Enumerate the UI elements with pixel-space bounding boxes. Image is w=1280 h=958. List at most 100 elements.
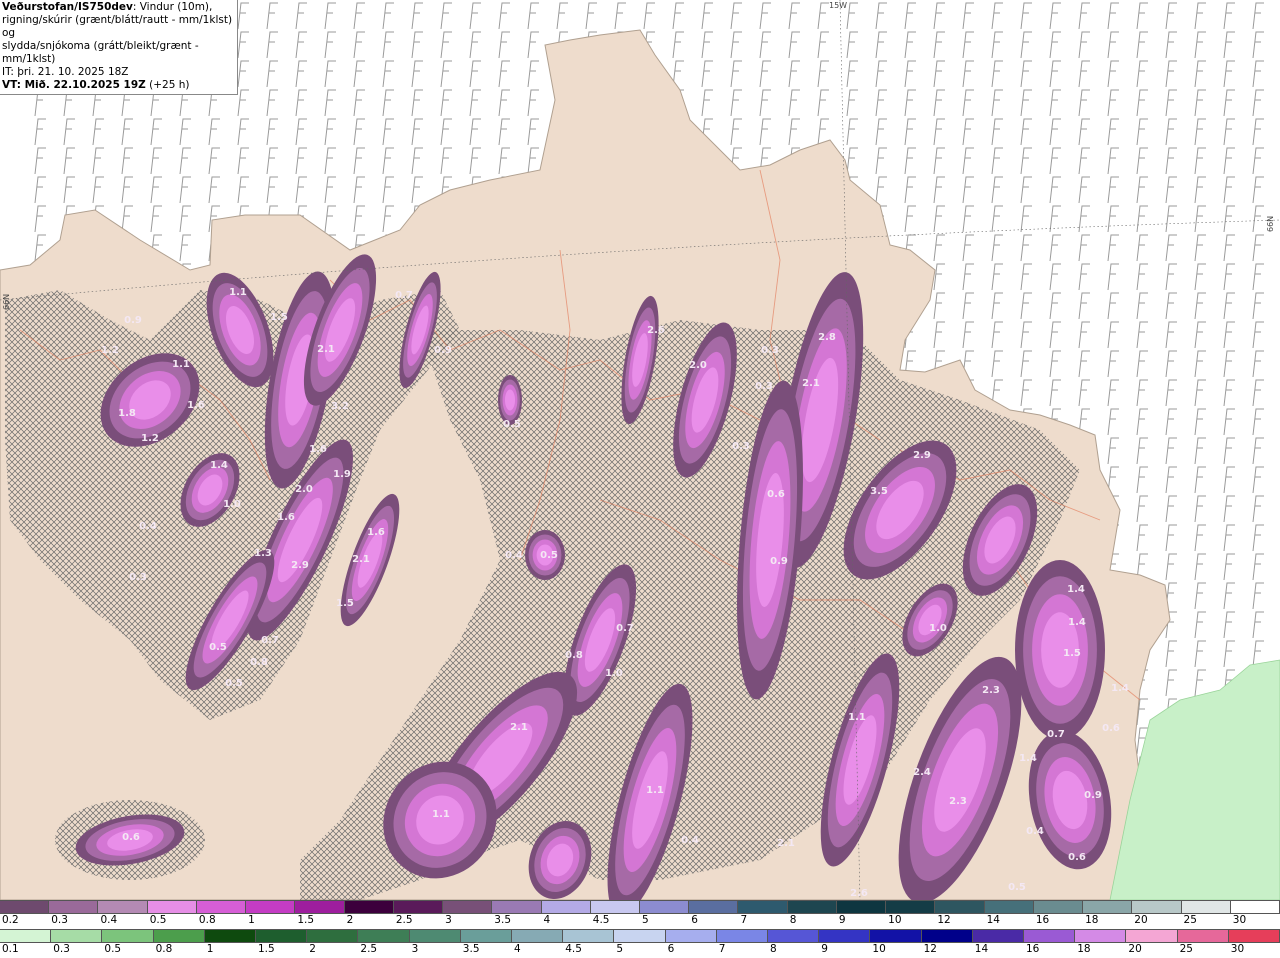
snow-scale-label: 3 [445, 914, 452, 926]
chart-info-box: Veðurstofan/IS750dev: Vindur (10m), rign… [0, 0, 238, 95]
snow-scale-swatch [295, 900, 345, 914]
snow-scale-swatch [640, 900, 690, 914]
precip-value-label: 1.4 [1068, 617, 1086, 628]
precip-value-label: 1.6 [187, 400, 205, 411]
precip-value-label: 2.1 [510, 722, 528, 733]
precip-value-label: 2.3 [982, 685, 1000, 696]
precip-value-label: 0.3 [761, 345, 779, 356]
rain-scale-swatch [0, 929, 52, 943]
rain-scale-swatch [256, 929, 308, 943]
precip-value-label: 0.3 [129, 572, 147, 583]
precip-value-label: 2.8 [818, 332, 836, 343]
rain-scale-swatch [51, 929, 103, 943]
valid-time: VT: Mið. 22.10.2025 19Z [2, 79, 146, 91]
precip-value-label: 0.5 [540, 550, 558, 561]
precip-value-label: 1.4 [1067, 584, 1085, 595]
snow-scale-label: 2 [346, 914, 354, 926]
colorbar-rain: 0.1 0.3 0.5 0.8 1 1.5 2 2.5 3 3.5 4 4.5 5 6 7 8 9 10 12 14 1… [0, 929, 1280, 958]
rain-scale-swatch [563, 929, 615, 943]
precip-value-label: 1.6 [309, 444, 327, 455]
precip-value-label: 1.0 [605, 668, 623, 679]
precip-value-label: 0.5 [503, 419, 521, 430]
snow-scale-swatch [689, 900, 739, 914]
snow-scale-label: 9 [838, 914, 846, 926]
chart-description-line3: slydda/snjókoma (grátt/bleikt/grænt - mm… [2, 40, 199, 65]
rain-scale-swatch [1228, 929, 1280, 943]
snow-scale-swatch [393, 900, 444, 914]
snow-scale-swatch [443, 900, 493, 914]
precip-value-label: 2.1 [802, 378, 820, 389]
rain-scale-swatch [307, 929, 359, 943]
precip-value-label: 0.7 [261, 635, 279, 646]
precip-value-label: 2.0 [689, 360, 707, 371]
rain-scale-label: 1 [206, 943, 214, 955]
rain-scale-label: 16 [1026, 943, 1040, 955]
snow-scale-label: 6 [691, 914, 698, 926]
snow-scale-swatch [886, 900, 936, 914]
snow-scale-label: 1.5 [297, 914, 315, 926]
precip-value-label: 1.0 [223, 499, 241, 510]
snow-scale-label: 8 [789, 914, 797, 926]
rain-scale-label: 4 [514, 943, 521, 955]
snow-scale-swatch [147, 900, 197, 914]
weather-map[interactable]: 1.1 0.7 1.5 0.9 1.2 2.1 0.9 1.1 1.8 1.6 3.2 1.2 1.4 1… [0, 0, 1280, 900]
rain-scale-swatch [409, 929, 461, 943]
snow-scale-label: 4.5 [592, 914, 610, 926]
snow-scale-swatch [0, 900, 50, 914]
rain-scale-label: 0.3 [53, 943, 70, 955]
rain-scale-swatch [153, 929, 205, 943]
precip-value-label: 0.7 [616, 623, 634, 634]
precip-value-label: 1.5 [270, 312, 288, 323]
rain-scale-swatch [921, 929, 973, 943]
precip-value-label: 2.9 [913, 450, 931, 461]
snow-scale-swatch [836, 900, 887, 914]
snow-scale-swatch [1132, 900, 1182, 914]
snow-scale-swatch [1083, 900, 1133, 914]
precip-value-label: 0.5 [209, 642, 227, 653]
lat-label-left: 66N [2, 293, 11, 310]
snow-scale-swatch [492, 900, 542, 914]
snow-scale-swatch [246, 900, 296, 914]
precip-value-label: 1.2 [101, 345, 119, 356]
snow-scale-label: 2.5 [395, 914, 413, 926]
precip-value-label: 0.5 [1008, 882, 1026, 893]
chart-description-line2: rigning/skúrir (grænt/blátt/rautt - mm/1… [2, 14, 233, 39]
snow-scale-label: 30 [1232, 914, 1247, 926]
snow-scale-label: 10 [888, 914, 902, 926]
precip-value-label: 1.0 [929, 623, 947, 634]
rain-scale-swatch [358, 929, 410, 943]
snow-scale-swatch [1230, 900, 1280, 914]
precip-value-label: 2.6 [647, 325, 665, 336]
snow-scale-label: 3.5 [494, 914, 511, 926]
rain-scale-swatch [819, 929, 871, 943]
rain-scale-swatch [768, 929, 820, 943]
precip-value-label: 1.5 [1063, 648, 1081, 659]
initial-time: IT: þri. 21. 10. 2025 18Z [2, 66, 129, 78]
precip-value-label: 2.1 [352, 554, 370, 565]
rain-scale-label: 4.5 [565, 943, 582, 955]
precip-value-label: 2.6 [850, 888, 868, 899]
snow-scale-label: 4 [543, 914, 551, 926]
rain-scale-swatch [972, 929, 1024, 943]
precip-value-label: 0.8 [250, 657, 268, 668]
snow-scale-label: 0.2 [2, 914, 19, 926]
rain-scale-label: 2.5 [360, 943, 378, 955]
snow-scale-label: 18 [1085, 914, 1099, 926]
snow-scale-swatch [738, 900, 788, 914]
snow-scale-label: 7 [740, 914, 748, 926]
rain-scale-label: 0.1 [2, 943, 19, 955]
precip-value-label: 1.4 [1019, 753, 1037, 764]
precip-value-label: 1.1 [432, 809, 450, 820]
snow-scale-swatch [541, 900, 591, 914]
precip-value-label: 1.6 [367, 527, 385, 538]
precip-value-label: 1.6 [277, 512, 295, 523]
precip-value-label: 2.4 [913, 767, 931, 778]
rain-scale-swatch [614, 929, 666, 943]
rain-scale-label: 7 [718, 943, 726, 955]
precip-value-label: 0.6 [767, 489, 785, 500]
precip-value-label: 3.5 [870, 486, 888, 497]
precip-value-label: 2.1 [317, 344, 335, 355]
rain-scale-label: 0.8 [155, 943, 173, 955]
rain-scale-swatch [716, 929, 768, 943]
precip-value-label: 0.9 [1084, 790, 1102, 801]
